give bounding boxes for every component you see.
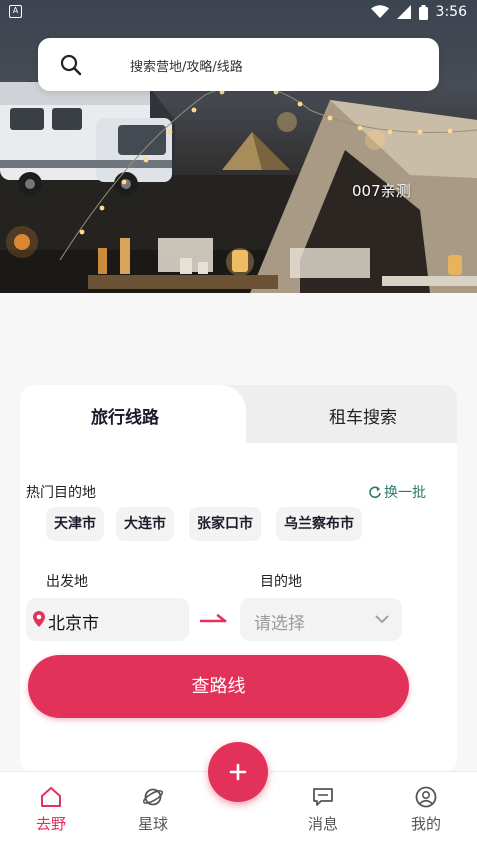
search-icon — [60, 54, 82, 76]
nav-item-home[interactable]: 去野 — [21, 786, 81, 834]
tab-car-rental[interactable]: 租车搜索 — [220, 385, 457, 443]
refresh-icon — [369, 486, 381, 498]
nav-item-profile[interactable]: 我的 — [396, 786, 456, 834]
message-icon — [313, 788, 333, 806]
nav-label-planet: 星球 — [137, 815, 168, 833]
location-pin-icon — [33, 611, 45, 627]
destination-chip[interactable]: 天津市 — [46, 507, 104, 541]
from-value: 北京市 — [48, 614, 99, 634]
hot-destinations-title: 热门目的地 — [26, 485, 96, 501]
add-post-button[interactable] — [208, 742, 268, 802]
plus-icon — [229, 763, 247, 781]
nav-label-home: 去野 — [35, 815, 66, 833]
wifi-icon — [370, 5, 389, 18]
nav-item-messages[interactable]: 消息 — [293, 786, 353, 834]
destination-placeholder: 请选择 — [254, 614, 305, 634]
route-search-card: 租车搜索 旅行线路 热门目的地 换一批 天津市 大连市 张家口市 乌兰察布市 出… — [0, 293, 477, 773]
chevron-down-icon — [375, 615, 389, 624]
refresh-destinations-button[interactable]: 换一批 — [369, 482, 426, 502]
tab-travel-routes-label: 旅行线路 — [91, 408, 159, 428]
signal-icon — [396, 5, 411, 19]
search-route-button[interactable]: 查路线 — [28, 655, 409, 718]
nav-label-messages: 消息 — [307, 815, 338, 833]
profile-icon — [415, 786, 437, 808]
status-bar: A 3:56 — [0, 0, 477, 26]
tab-strip: 租车搜索 旅行线路 — [20, 385, 457, 443]
nav-label-profile: 我的 — [410, 815, 441, 833]
planet-icon — [142, 788, 164, 806]
refresh-label: 换一批 — [384, 485, 426, 501]
status-time: 3:56 — [435, 4, 467, 20]
nav-item-planet[interactable]: 星球 — [123, 786, 183, 834]
search-bar[interactable]: 搜索营地/攻略/线路 — [38, 38, 439, 91]
battery-icon — [418, 4, 428, 20]
from-label: 出发地 — [46, 574, 88, 590]
tab-car-rental-label: 租车搜索 — [329, 408, 397, 428]
destination-chip[interactable]: 大连市 — [116, 507, 174, 541]
destination-select[interactable]: 请选择 — [240, 598, 402, 641]
from-field[interactable]: 北京市 — [26, 598, 189, 641]
destination-chip[interactable]: 张家口市 — [189, 507, 261, 541]
hero-caption: 007亲测 — [352, 182, 411, 200]
tab-travel-routes[interactable]: 旅行线路 — [20, 385, 246, 443]
home-icon — [41, 787, 61, 807]
destination-chip[interactable]: 乌兰察布市 — [276, 507, 362, 541]
search-placeholder: 搜索营地/攻略/线路 — [130, 60, 243, 75]
to-label: 目的地 — [260, 574, 302, 590]
android-a-icon: A — [9, 5, 22, 18]
arrow-right-icon — [200, 614, 227, 623]
